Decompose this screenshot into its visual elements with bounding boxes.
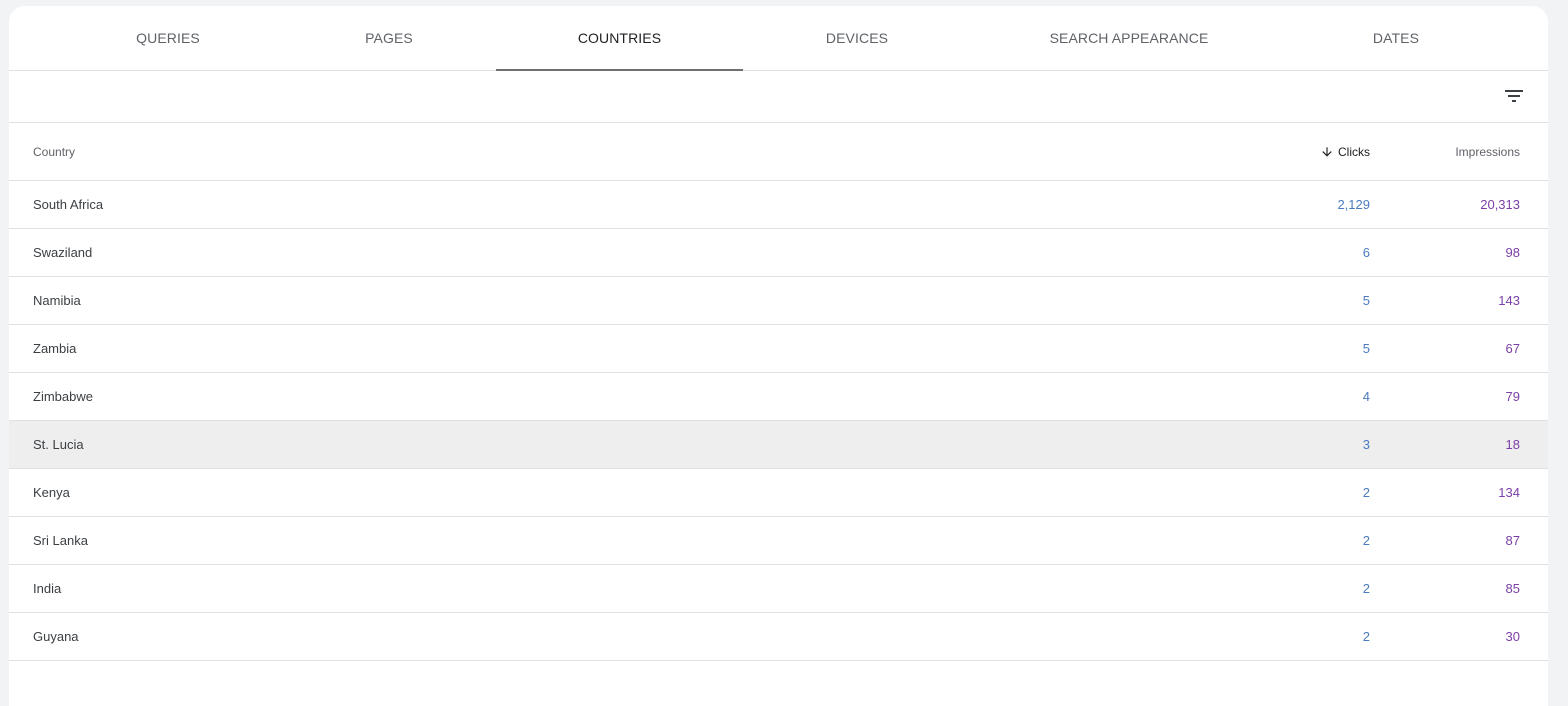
country-cell: Sri Lanka bbox=[33, 533, 88, 548]
country-cell: Swaziland bbox=[33, 245, 93, 260]
table-row[interactable]: Zambia 5 67 bbox=[9, 325, 1548, 373]
impressions-cell: 98 bbox=[1505, 245, 1520, 260]
tab-devices[interactable]: DEVICES bbox=[758, 6, 956, 70]
tab-pages[interactable]: PAGES bbox=[291, 6, 487, 70]
tab-countries[interactable]: COUNTRIES bbox=[496, 6, 743, 71]
clicks-cell: 2 bbox=[1362, 629, 1370, 644]
impressions-cell: 20,313 bbox=[1480, 197, 1520, 212]
table-row[interactable]: Zimbabwe 4 79 bbox=[9, 373, 1548, 421]
table-row[interactable]: Kenya 2 134 bbox=[9, 469, 1548, 517]
impressions-cell: 67 bbox=[1505, 341, 1520, 356]
tab-search-appearance[interactable]: SEARCH APPEARANCE bbox=[1021, 6, 1237, 70]
table-row[interactable]: India 2 85 bbox=[9, 565, 1548, 613]
impressions-cell: 79 bbox=[1505, 389, 1520, 404]
table-row[interactable]: Sri Lanka 2 87 bbox=[9, 517, 1548, 565]
clicks-cell: 3 bbox=[1362, 437, 1370, 452]
country-cell: South Africa bbox=[33, 197, 104, 212]
impressions-cell: 85 bbox=[1505, 581, 1520, 596]
country-column-header[interactable]: Country bbox=[33, 145, 75, 159]
tab-queries[interactable]: QUERIES bbox=[69, 6, 267, 70]
clicks-cell: 5 bbox=[1362, 293, 1370, 308]
filter-button[interactable] bbox=[1502, 84, 1526, 108]
impressions-cell: 134 bbox=[1498, 485, 1520, 500]
clicks-cell: 6 bbox=[1362, 245, 1370, 260]
clicks-cell: 2,129 bbox=[1337, 197, 1370, 212]
country-cell: Kenya bbox=[33, 485, 70, 500]
table-row[interactable]: South Africa 2,129 20,313 bbox=[9, 181, 1548, 229]
country-cell: Zambia bbox=[33, 341, 77, 356]
impressions-cell: 30 bbox=[1505, 629, 1520, 644]
clicks-cell: 2 bbox=[1362, 581, 1370, 596]
table-header-row: Country Clicks Impressions bbox=[9, 123, 1548, 181]
clicks-cell: 5 bbox=[1362, 341, 1370, 356]
clicks-header-label: Clicks bbox=[1338, 145, 1370, 159]
country-cell: St. Lucia bbox=[33, 437, 84, 452]
table-row-highlighted[interactable]: St. Lucia 3 18 bbox=[9, 421, 1548, 469]
clicks-cell: 4 bbox=[1362, 389, 1370, 404]
table-row[interactable]: Namibia 5 143 bbox=[9, 277, 1548, 325]
clicks-column-header[interactable]: Clicks bbox=[1320, 145, 1370, 159]
country-cell: Zimbabwe bbox=[33, 389, 93, 404]
clicks-cell: 2 bbox=[1362, 485, 1370, 500]
impressions-cell: 143 bbox=[1498, 293, 1520, 308]
arrow-down-icon bbox=[1322, 147, 1332, 157]
impressions-column-header[interactable]: Impressions bbox=[1455, 145, 1520, 159]
country-cell: Namibia bbox=[33, 293, 81, 308]
table-row[interactable]: Swaziland 6 98 bbox=[9, 229, 1548, 277]
tab-dates[interactable]: DATES bbox=[1297, 6, 1495, 70]
table-row[interactable]: Guyana 2 30 bbox=[9, 613, 1548, 661]
country-cell: India bbox=[33, 581, 62, 596]
performance-table-card: QUERIES PAGES COUNTRIES DEVICES SEARCH A… bbox=[9, 6, 1548, 706]
impressions-cell: 18 bbox=[1505, 437, 1520, 452]
table-toolbar bbox=[9, 71, 1548, 123]
tab-bar: QUERIES PAGES COUNTRIES DEVICES SEARCH A… bbox=[9, 6, 1548, 71]
impressions-cell: 87 bbox=[1505, 533, 1520, 548]
filter-list-icon bbox=[1505, 90, 1523, 102]
clicks-cell: 2 bbox=[1362, 533, 1370, 548]
country-cell: Guyana bbox=[33, 629, 79, 644]
